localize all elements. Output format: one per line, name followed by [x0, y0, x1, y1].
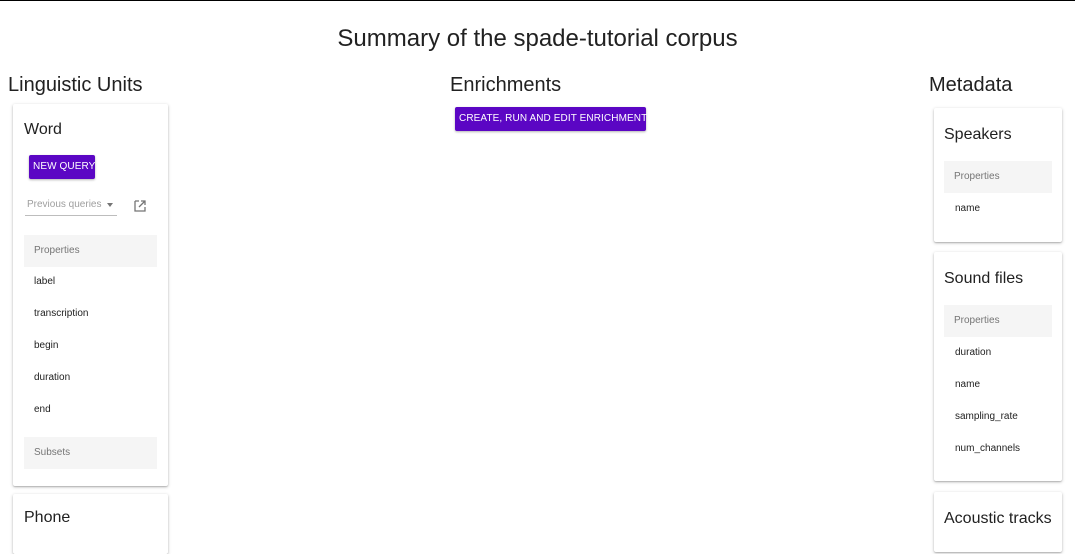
- word-property-transcription[interactable]: transcription: [34, 308, 88, 319]
- sound-files-property-num-channels[interactable]: num_channels: [955, 443, 1020, 454]
- word-property-begin[interactable]: begin: [34, 340, 58, 351]
- phone-card-title: Phone: [24, 509, 71, 526]
- sound-files-card: Sound files Properties duration name sam…: [934, 252, 1062, 481]
- dropdown-arrow-icon: [107, 203, 113, 207]
- phone-card: Phone: [13, 494, 168, 554]
- new-query-button[interactable]: New query: [29, 155, 95, 179]
- linguistic-units-heading: Linguistic Units: [8, 74, 143, 96]
- open-in-new-icon[interactable]: [133, 199, 147, 213]
- previous-queries-placeholder: Previous queries: [27, 199, 102, 210]
- word-subsets-header: Subsets: [24, 437, 157, 469]
- sound-files-properties-header: Properties: [944, 305, 1052, 337]
- word-property-end[interactable]: end: [34, 404, 51, 415]
- previous-queries-select[interactable]: Previous queries: [25, 198, 117, 216]
- acoustic-tracks-card-title: Acoustic tracks: [944, 510, 1052, 527]
- word-card: Word New query Previous queries Properti…: [13, 104, 168, 486]
- create-run-edit-enrichments-button[interactable]: Create, run and edit enrichments: [455, 107, 654, 131]
- word-property-duration[interactable]: duration: [34, 372, 70, 383]
- acoustic-tracks-card: Acoustic tracks: [934, 492, 1062, 552]
- sound-files-card-title: Sound files: [944, 270, 1024, 287]
- word-card-title: Word: [24, 121, 62, 138]
- speakers-card: Speakers Properties name: [934, 108, 1062, 242]
- speakers-card-title: Speakers: [944, 126, 1012, 143]
- sound-files-property-sampling-rate[interactable]: sampling_rate: [955, 411, 1018, 422]
- enrichments-heading: Enrichments: [450, 74, 562, 96]
- sound-files-property-name[interactable]: name: [955, 379, 980, 390]
- speakers-property-name[interactable]: name: [955, 203, 980, 214]
- sound-files-property-duration[interactable]: duration: [955, 347, 991, 358]
- metadata-heading: Metadata: [929, 74, 1013, 96]
- word-properties-header: Properties: [24, 235, 157, 267]
- word-property-label[interactable]: label: [34, 276, 55, 287]
- page-title: Summary of the spade-tutorial corpus: [337, 25, 738, 52]
- speakers-properties-header: Properties: [944, 161, 1052, 193]
